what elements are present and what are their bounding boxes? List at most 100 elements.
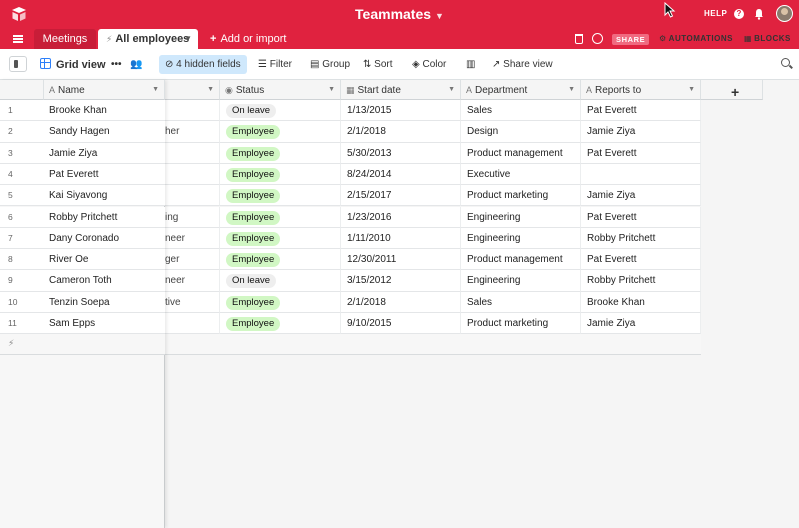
reports-to-cell[interactable]: Pat Everett [581,100,701,122]
sidebar-toggle-button[interactable] [9,56,27,72]
status-cell[interactable]: Employee [220,206,341,228]
start-date-cell[interactable]: 1/11/2010 [341,227,461,250]
row-number[interactable]: 5 [0,185,44,207]
hidden-partial-cell[interactable]: neer [165,227,220,250]
reports-to-cell[interactable]: Jamie Ziya [581,185,701,207]
blocks-button[interactable]: ▦ BLOCKS [744,34,791,43]
table-row[interactable]: 2 Sandy Hagen [0,121,165,143]
table-row[interactable]: Employee 8/24/2014 Executive [165,163,701,186]
history-icon[interactable] [592,33,603,44]
table-row[interactable]: 6 Robby Pritchett [0,206,165,228]
row-number[interactable]: 3 [0,142,44,164]
hidden-partial-cell[interactable]: neer [165,270,220,292]
table-row[interactable]: Employee 5/30/2013 Product management Pat E… [165,142,701,164]
reports-to-cell[interactable] [581,163,701,186]
name-cell[interactable]: Jamie Ziya [44,142,165,164]
bell-icon[interactable] [754,8,764,20]
status-cell[interactable]: Employee [220,121,341,143]
reports-to-cell[interactable]: Jamie Ziya [581,121,701,143]
department-cell[interactable]: Sales [461,100,581,122]
chevron-down-icon[interactable]: ▼ [568,80,575,99]
column-header-reports-to[interactable]: A Reports to ▼ [581,80,701,100]
table-row[interactable]: tive Employee 2/1/2018 Sales Brooke Khan [165,291,701,313]
chevron-down-icon[interactable]: ▼ [328,80,335,99]
table-row[interactable]: neer Employee 1/11/2010 Engineering Robby Pr… [165,227,701,250]
chevron-down-icon[interactable]: ▼ [207,80,214,99]
start-date-cell[interactable]: 5/30/2013 [341,142,461,164]
start-date-cell[interactable]: 2/1/2018 [341,291,461,313]
filter-button[interactable]: ☰ Filter [258,57,292,73]
table-row[interactable]: 10 Tenzin Soepa [0,291,165,313]
chevron-down-icon[interactable]: ▼ [688,80,695,99]
status-cell[interactable]: Employee [220,163,341,186]
name-cell[interactable]: Cameron Toth [44,270,165,292]
name-cell[interactable]: Sandy Hagen [44,121,165,143]
hidden-partial-cell[interactable] [165,185,220,207]
row-number[interactable]: 10 [0,291,44,313]
name-cell[interactable]: Kai Siyavong [44,185,165,207]
name-cell[interactable]: Sam Epps [44,313,165,335]
status-cell[interactable]: Employee [220,313,341,335]
view-switcher[interactable]: Grid view [40,57,106,73]
status-cell[interactable]: Employee [220,227,341,250]
department-cell[interactable]: Engineering [461,270,581,292]
start-date-cell[interactable]: 12/30/2011 [341,249,461,271]
table-row[interactable]: 11 Sam Epps [0,313,165,335]
table-row[interactable]: 1 Brooke Khan [0,100,165,122]
reports-to-cell[interactable]: Pat Everett [581,206,701,228]
department-cell[interactable]: Sales [461,291,581,313]
status-cell[interactable]: Employee [220,185,341,207]
base-title[interactable]: Teammates ▼ [0,6,799,22]
tab-meetings[interactable]: Meetings [34,29,96,49]
table-row[interactable]: 5 Kai Siyavong [0,185,165,207]
name-cell[interactable]: Dany Coronado [44,227,165,250]
help-label[interactable]: HELP [704,9,727,18]
sort-button[interactable]: ⇅ Sort [363,57,393,73]
reports-to-cell[interactable]: Robby Pritchett [581,270,701,292]
name-cell[interactable]: Robby Pritchett [44,206,165,228]
department-cell[interactable]: Product marketing [461,185,581,207]
user-avatar[interactable] [776,5,793,22]
department-cell[interactable]: Product management [461,249,581,271]
add-record-icon[interactable]: ⚡ [8,338,14,349]
status-cell[interactable]: Employee [220,249,341,271]
collaborators-icon[interactable]: 👥 [130,57,142,73]
column-header-hidden-partial[interactable]: ▼ [165,80,220,100]
table-row[interactable]: 9 Cameron Toth [0,270,165,292]
view-more-icon[interactable]: ••• [111,57,122,73]
start-date-cell[interactable]: 1/23/2016 [341,206,461,228]
column-header-name[interactable]: A Name ▼ [44,80,165,100]
department-cell[interactable]: Engineering [461,227,581,250]
start-date-cell[interactable]: 1/13/2015 [341,100,461,122]
row-number[interactable]: 9 [0,270,44,292]
department-cell[interactable]: Executive [461,163,581,186]
start-date-cell[interactable]: 2/1/2018 [341,121,461,143]
row-number[interactable]: 6 [0,206,44,228]
group-button[interactable]: ▤ Group [310,57,350,73]
department-cell[interactable]: Engineering [461,206,581,228]
name-cell[interactable]: Pat Everett [44,163,165,186]
status-cell[interactable]: On leave [220,100,341,122]
column-header-status[interactable]: ◉ Status ▼ [220,80,341,100]
table-row[interactable]: Employee 2/15/2017 Product marketing Jamie … [165,185,701,207]
table-row[interactable]: 7 Dany Coronado [0,227,165,250]
row-number[interactable]: 8 [0,249,44,271]
hidden-partial-cell[interactable] [165,313,220,335]
automations-button[interactable]: ⚙ AUTOMATIONS [659,34,733,43]
add-record-row[interactable] [165,334,701,356]
column-header-department[interactable]: A Department ▼ [461,80,581,100]
hidden-partial-cell[interactable]: tive [165,291,220,313]
reports-to-cell[interactable]: Jamie Ziya [581,313,701,335]
reports-to-cell[interactable]: Robby Pritchett [581,227,701,250]
share-view-button[interactable]: ↗ Share view [492,57,553,73]
name-cell[interactable]: Tenzin Soepa [44,291,165,313]
chevron-down-icon[interactable]: ▼ [448,80,455,99]
share-button[interactable]: SHARE [612,34,650,45]
hidden-partial-cell[interactable]: ger [165,249,220,271]
chevron-down-icon[interactable]: ▼ [435,11,444,21]
hidden-partial-cell[interactable]: her [165,121,220,143]
row-number[interactable]: 7 [0,227,44,250]
name-cell[interactable]: River Oe [44,249,165,271]
row-height-icon[interactable]: ▥ [466,57,475,73]
hidden-partial-cell[interactable] [165,163,220,186]
